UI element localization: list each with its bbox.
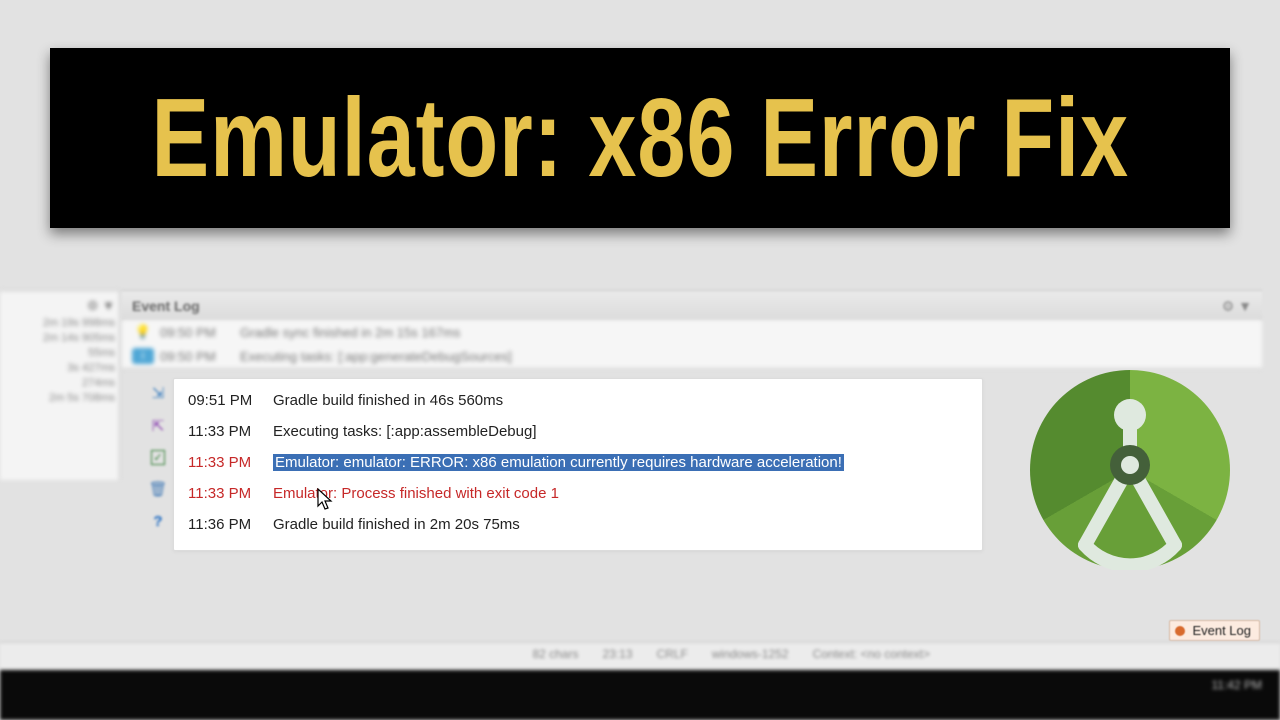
collapse-icon[interactable]: ⇱ — [152, 417, 165, 435]
log-row[interactable]: 11:33 PM Executing tasks: [:app:assemble… — [174, 416, 982, 447]
help-icon[interactable]: ? — [153, 513, 162, 530]
status-line-sep[interactable]: CRLF — [657, 647, 688, 661]
event-log-button-label: Event Log — [1192, 623, 1251, 638]
log-row[interactable]: 09:51 PM Gradle build finished in 46s 56… — [174, 385, 982, 416]
timing-entry: 2m 5s 708ms — [4, 392, 115, 404]
info-icon: i — [132, 348, 154, 364]
android-studio-logo-icon — [1030, 370, 1230, 570]
trash-icon[interactable]: 🗑 — [148, 480, 167, 498]
log-time: 11:33 PM — [188, 423, 273, 440]
selected-text: Emulator: emulator: ERROR: x86 emulation… — [273, 454, 844, 471]
log-time: 09:50 PM — [160, 325, 240, 340]
event-log-header: Event Log ⚙ ▼ — [122, 290, 1262, 320]
timing-entry: 2m 14s 905ms — [4, 332, 115, 344]
log-time: 09:51 PM — [188, 392, 273, 409]
ide-status-bar: 82 chars 23:13 CRLF windows-1252 Context… — [0, 642, 1280, 670]
build-timings-panel: ⚙ ▼ 2m 19s 998ms 2m 14s 905ms 55ms 3s 42… — [0, 290, 120, 480]
taskbar-clock[interactable]: 11:42 PM — [1212, 678, 1262, 693]
event-log-button[interactable]: Event Log — [1169, 620, 1260, 641]
title-banner: Emulator: x86 Error Fix — [50, 48, 1230, 228]
event-log-entries: 09:51 PM Gradle build finished in 46s 56… — [173, 378, 983, 551]
panel-settings-icon[interactable]: ⚙ ▼ — [1222, 291, 1252, 321]
log-message: Gradle build finished in 2m 20s 75ms — [273, 516, 968, 533]
log-time: 11:33 PM — [188, 485, 273, 502]
log-row-error-selected[interactable]: 11:33 PM Emulator: emulator: ERROR: x86 … — [174, 447, 982, 478]
title-text: Emulator: x86 Error Fix — [151, 74, 1129, 201]
log-row[interactable]: 11:36 PM Gradle build finished in 2m 20s… — [174, 509, 982, 540]
log-message: Emulator: emulator: ERROR: x86 emulation… — [273, 454, 968, 471]
timing-entry: 274ms — [4, 377, 115, 389]
log-message: Gradle sync finished in 2m 15s 167ms — [240, 325, 460, 340]
timing-entry: 55ms — [4, 347, 115, 359]
log-time: 11:33 PM — [188, 454, 273, 471]
check-icon[interactable]: ✓ — [151, 450, 164, 465]
windows-taskbar[interactable]: 11:42 PM — [0, 670, 1280, 720]
log-message: Executing tasks: [:app:assembleDebug] — [273, 423, 968, 440]
expand-icon[interactable]: ⇲ — [152, 384, 165, 402]
bulb-icon: 💡 — [132, 324, 154, 340]
taskbar-time: 11:42 PM — [1212, 678, 1262, 693]
timing-entry: 3s 427ms — [4, 362, 115, 374]
log-message: Emulator: Process finished with exit cod… — [273, 485, 968, 502]
event-log-title: Event Log — [132, 298, 200, 314]
status-caret-pos[interactable]: 23:13 — [602, 647, 632, 661]
timing-entry: 2m 19s 998ms — [4, 317, 115, 329]
log-time: 11:36 PM — [188, 516, 273, 533]
log-time: 09:50 PM — [160, 349, 240, 364]
log-message: Gradle build finished in 46s 560ms — [273, 392, 968, 409]
event-log-gutter: ⇲ ⇱ ✓ 🗑 ? — [145, 380, 171, 590]
log-row[interactable]: 💡 09:50 PM Gradle sync finished in 2m 15… — [122, 320, 1262, 344]
gear-icon[interactable]: ⚙ ▼ — [4, 298, 115, 314]
log-row-error[interactable]: 11:33 PM Emulator: Process finished with… — [174, 478, 982, 509]
log-message: Executing tasks: [:app:generateDebugSour… — [240, 349, 512, 364]
status-context[interactable]: Context: <no context> — [813, 647, 930, 661]
event-log-older-rows: 💡 09:50 PM Gradle sync finished in 2m 15… — [122, 320, 1262, 369]
log-row[interactable]: i 09:50 PM Executing tasks: [:app:genera… — [122, 344, 1262, 368]
status-chars: 82 chars — [532, 647, 578, 661]
status-encoding[interactable]: windows-1252 — [712, 647, 789, 661]
